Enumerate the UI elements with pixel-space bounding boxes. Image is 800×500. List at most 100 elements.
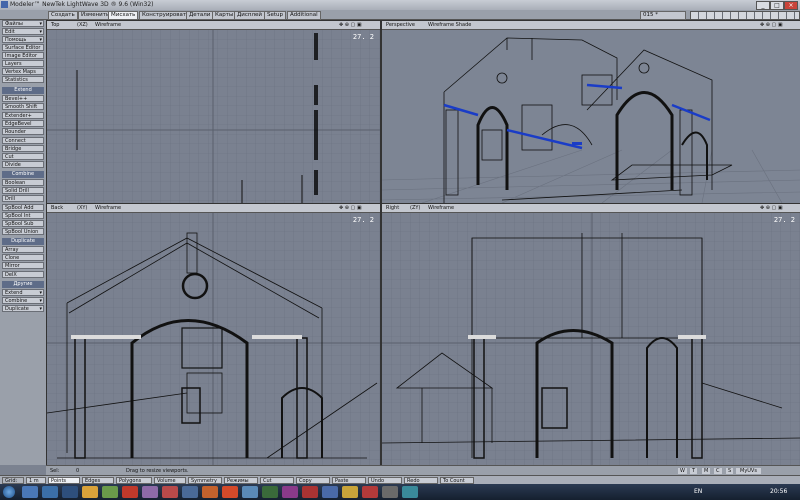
paste-button[interactable]: Paste [332, 477, 366, 484]
bevel-plus-button[interactable]: Bevel++ [2, 95, 44, 102]
m-toggle[interactable]: M [702, 468, 711, 474]
edge-bevel-button[interactable]: EdgeBevel [2, 120, 44, 127]
help-menu[interactable]: Помощь [2, 36, 44, 43]
spbool-int-button[interactable]: SpBool Int [2, 212, 44, 219]
spbool-add-button[interactable]: SpBool Add [2, 204, 44, 211]
t-toggle[interactable]: T [690, 468, 698, 474]
extend-dropdown[interactable]: Extend [2, 289, 44, 296]
image-editor-button[interactable]: Image Editor [2, 52, 44, 59]
viewport-perspective-controls[interactable]: ✥ ⊕ ▢ ▣ [760, 22, 783, 28]
viewport-top-controls[interactable]: ✥ ⊕ ▢ ▣ [339, 22, 362, 28]
taskbar-app-8-icon[interactable] [162, 486, 178, 498]
viewport-top-shade[interactable]: Wireframe [95, 22, 121, 28]
spbool-sub-button[interactable]: SpBool Sub [2, 220, 44, 227]
taskbar-app-12-icon[interactable] [242, 486, 258, 498]
taskbar-app-3-icon[interactable] [62, 486, 78, 498]
viewport-back-view[interactable]: Back [51, 205, 63, 211]
minimize-button[interactable]: _ [756, 1, 770, 10]
taskbar-app-2-icon[interactable] [42, 486, 58, 498]
polygons-mode-button[interactable]: Polygons [116, 477, 152, 484]
taskbar-app-15-icon[interactable] [302, 486, 318, 498]
cut-edit-button[interactable]: Cut [260, 477, 294, 484]
tab-setup[interactable]: Setup [264, 11, 287, 20]
viewport-top-view[interactable]: Top [51, 22, 59, 28]
taskbar-app-14-icon[interactable] [282, 486, 298, 498]
mirror-button[interactable]: Mirror [2, 262, 44, 269]
surface-editor-button[interactable]: Surface Editor [2, 44, 44, 51]
tab-multiply[interactable]: Мисхать [108, 11, 139, 20]
taskbar-app-17-icon[interactable] [342, 486, 358, 498]
maximize-button[interactable]: □ [770, 1, 784, 10]
taskbar-app-7-icon[interactable] [142, 486, 158, 498]
viewport-perspective-shade[interactable]: Wireframe Shade [428, 22, 471, 28]
vmap-select[interactable]: MyUVs [736, 468, 761, 474]
redo-button[interactable]: Redo [404, 477, 438, 484]
clone-button[interactable]: Clone [2, 254, 44, 261]
s-toggle[interactable]: S [726, 468, 734, 474]
boolean-button[interactable]: Boolean [2, 179, 44, 186]
viewport-top-axes[interactable]: (XZ) [77, 22, 88, 28]
duplicate-dropdown[interactable]: Duplicate [2, 305, 44, 312]
combine-dropdown[interactable]: Combine [2, 297, 44, 304]
taskbar-app-19-icon[interactable] [382, 486, 398, 498]
cut-button[interactable]: Cut [2, 153, 44, 160]
volume-button[interactable]: Volume [154, 477, 186, 484]
extender-button[interactable]: Extender+ [2, 112, 44, 119]
taskbar-app-9-icon[interactable] [182, 486, 198, 498]
solid-drill-button[interactable]: Solid Drill [2, 187, 44, 194]
drill-button[interactable]: Drill [2, 195, 44, 202]
taskbar-app-13-icon[interactable] [262, 486, 278, 498]
viewport-perspective-view[interactable]: Perspective [386, 22, 415, 28]
symmetry-button[interactable]: Symmetry [188, 477, 222, 484]
vertex-maps-button[interactable]: Vertex Maps [2, 68, 44, 75]
viewport-perspective[interactable]: Perspective Wireframe Shade ✥ ⊕ ▢ ▣ [381, 20, 800, 204]
viewport-back-axes[interactable]: (XY) [77, 205, 87, 211]
delx-button[interactable]: DelX [2, 271, 44, 278]
layer-field[interactable]: 015 * [640, 11, 686, 20]
statistics-button[interactable]: Statistics [2, 76, 44, 83]
taskbar-app-18-icon[interactable] [362, 486, 378, 498]
spbool-union-button[interactable]: SpBool Union [2, 228, 44, 235]
layer-buttons[interactable] [690, 11, 800, 20]
taskbar-app-5-icon[interactable] [102, 486, 118, 498]
viewport-back-controls[interactable]: ✥ ⊕ ▢ ▣ [339, 205, 362, 211]
tab-view[interactable]: Дисплей [234, 11, 265, 20]
tab-create[interactable]: Создать [48, 11, 78, 20]
tab-construct[interactable]: Конструировать [139, 11, 193, 20]
taskbar-app-1-icon[interactable] [22, 486, 38, 498]
to-count-button[interactable]: To Count [440, 477, 474, 484]
taskbar-app-10-icon[interactable] [202, 486, 218, 498]
viewport-right-axes[interactable]: (ZY) [410, 205, 420, 211]
tab-additional[interactable]: Additional [287, 11, 321, 20]
viewport-back[interactable]: Back (XY) Wireframe ✥ ⊕ ▢ ▣ 27. 2 [46, 203, 381, 467]
taskbar-app-11-icon[interactable] [222, 486, 238, 498]
viewport-top[interactable]: Top (XZ) Wireframe ✥ ⊕ ▢ ▣ 27. 2 [46, 20, 381, 204]
smooth-shift-button[interactable]: Smooth Shift [2, 103, 44, 110]
bridge-button[interactable]: Bridge [2, 145, 44, 152]
tab-detail[interactable]: Детали [186, 11, 214, 20]
divide-button[interactable]: Divide [2, 161, 44, 168]
taskbar-app-16-icon[interactable] [322, 486, 338, 498]
clock[interactable]: 20:56 [770, 488, 787, 495]
file-menu[interactable]: Файлы [2, 20, 44, 27]
viewport-back-shade[interactable]: Wireframe [95, 205, 121, 211]
viewport-right-view[interactable]: Right [386, 205, 399, 211]
copy-button[interactable]: Copy [296, 477, 330, 484]
edges-mode-button[interactable]: Edges [82, 477, 114, 484]
layers-button[interactable]: Layers [2, 60, 44, 67]
taskbar-app-4-icon[interactable] [82, 486, 98, 498]
start-button[interactable] [3, 486, 15, 498]
taskbar-app-6-icon[interactable] [122, 486, 138, 498]
edit-menu[interactable]: Edit [2, 28, 44, 35]
close-button[interactable]: × [784, 1, 798, 10]
modes-dropdown[interactable]: Режимы [224, 477, 258, 484]
viewport-right-controls[interactable]: ✥ ⊕ ▢ ▣ [760, 205, 783, 211]
viewport-right[interactable]: Right (ZY) Wireframe ✥ ⊕ ▢ ▣ 27. 2 [381, 203, 800, 467]
language-indicator[interactable]: EN [694, 488, 702, 495]
array-button[interactable]: Array [2, 246, 44, 253]
connect-button[interactable]: Connect [2, 137, 44, 144]
rounder-button[interactable]: Rounder [2, 128, 44, 135]
tab-map[interactable]: Карты [212, 11, 237, 20]
undo-button[interactable]: Undo [368, 477, 402, 484]
taskbar-app-20-icon[interactable] [402, 486, 418, 498]
